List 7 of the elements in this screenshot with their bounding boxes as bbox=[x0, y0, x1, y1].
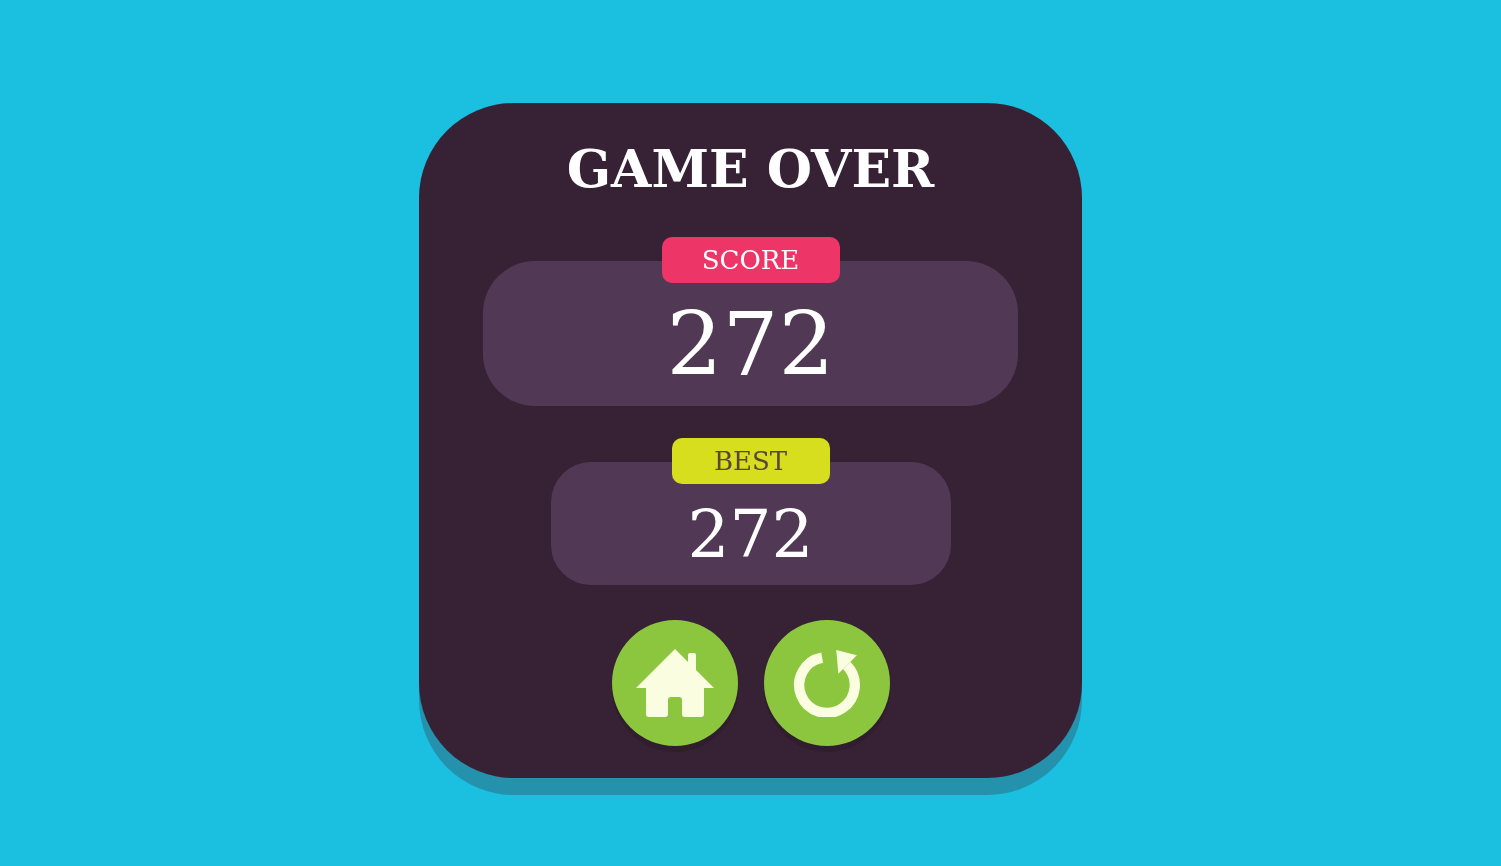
best-label: BEST bbox=[671, 438, 830, 484]
score-label: SCORE bbox=[661, 237, 840, 283]
score-value: 272 bbox=[666, 300, 835, 389]
house-icon bbox=[634, 648, 715, 718]
best-value: 272 bbox=[687, 502, 814, 568]
game-over-title: GAME OVER bbox=[566, 139, 935, 199]
circular-arrow-icon bbox=[792, 649, 861, 717]
